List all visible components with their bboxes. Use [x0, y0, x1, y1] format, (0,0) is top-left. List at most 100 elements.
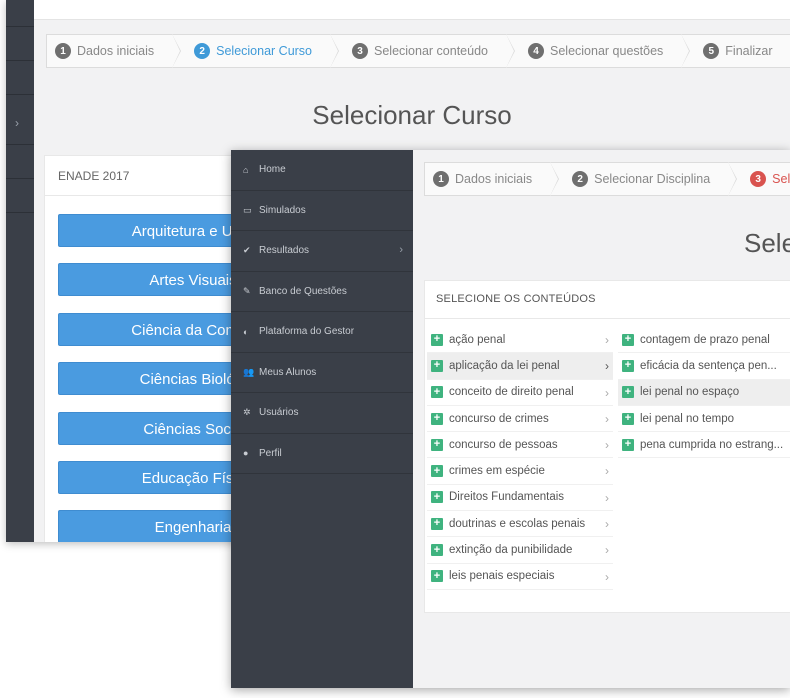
nav-item-home[interactable]: ⌂ Home: [231, 150, 413, 191]
content-panel: SELECIONE OS CONTEÚDOS + ação penal › + apli…: [424, 280, 790, 613]
item-label: concurso de pessoas: [449, 438, 558, 451]
chevron-right-icon[interactable]: ›: [605, 491, 609, 505]
top-bar: [34, 0, 790, 20]
wizard-step-5[interactable]: 5 Finalizar: [681, 35, 790, 67]
chevron-right-icon[interactable]: ›: [605, 412, 609, 426]
wizard-step-4[interactable]: 4 Selecionar questões: [506, 34, 691, 68]
chevron-right-icon[interactable]: ›: [605, 438, 609, 452]
item-label: eficácia da sentença pen...: [640, 359, 777, 372]
list-item[interactable]: + lei penal no tempo: [618, 406, 790, 433]
page-title: Selecionar Curso: [312, 100, 512, 130]
list-item[interactable]: + doutrinas e escolas penais ›: [427, 511, 613, 538]
add-icon[interactable]: +: [431, 412, 443, 425]
list-item[interactable]: + crimes em espécie ›: [427, 458, 613, 485]
check-icon: ✔: [243, 245, 251, 256]
item-label: doutrinas e escolas penais: [449, 517, 586, 530]
list-item[interactable]: + eficácia da sentença pen...: [618, 353, 790, 380]
step-label: Selecionar conteúdo: [772, 172, 790, 186]
add-icon[interactable]: +: [622, 438, 634, 451]
sidebar-nav: ⌂ Home ▭ Simulados ✔ Resultados › ✎ Banco de Que…: [231, 150, 413, 688]
add-icon[interactable]: +: [431, 517, 443, 530]
item-label: concurso de crimes: [449, 412, 549, 425]
add-icon[interactable]: +: [622, 359, 634, 372]
item-label: aplicação da lei penal: [449, 359, 560, 372]
list-item[interactable]: + contagem de prazo penal: [618, 327, 790, 354]
step-label: Selecionar conteúdo: [374, 44, 488, 58]
list-item[interactable]: + Direitos Fundamentais ›: [427, 485, 613, 512]
chevron-right-icon[interactable]: ›: [605, 333, 609, 347]
add-icon[interactable]: +: [622, 412, 634, 425]
sidebar-expand-icon[interactable]: ›: [15, 116, 19, 130]
nav-item-usu-rios[interactable]: ✲ Usuários: [231, 393, 413, 434]
step-number: 1: [55, 43, 71, 59]
nav-item-resultados[interactable]: ✔ Resultados ›: [231, 231, 413, 272]
laptop-icon: ▭: [243, 204, 252, 215]
chevron-right-icon: ›: [399, 244, 403, 256]
home-icon: ⌂: [243, 164, 249, 175]
edit-icon: ✎: [243, 285, 251, 296]
nav-item-perfil[interactable]: ● Perfil: [231, 434, 413, 474]
nav-label: Resultados: [259, 245, 310, 257]
add-icon[interactable]: +: [431, 491, 443, 504]
item-label: lei penal no tempo: [640, 412, 734, 425]
item-label: leis penais especiais: [449, 570, 555, 583]
add-icon[interactable]: +: [431, 544, 443, 557]
wizard-step-2[interactable]: 2 Selecionar Disciplina: [550, 162, 738, 196]
chevron-right-icon[interactable]: ›: [605, 359, 609, 373]
item-label: pena cumprida no estrang...: [640, 438, 784, 451]
gear-icon: ✲: [243, 407, 251, 418]
chevron-right-icon[interactable]: ›: [605, 386, 609, 400]
nav-label: Simulados: [259, 204, 306, 216]
page-title: Sele: [744, 228, 790, 258]
step-number: 2: [572, 171, 589, 187]
item-label: lei penal no espaço: [640, 386, 740, 399]
list-item[interactable]: + ação penal ›: [427, 327, 613, 354]
nav-label: Banco de Questões: [259, 285, 347, 297]
step-number: 4: [528, 43, 544, 59]
wizard-step-2[interactable]: 2 Selecionar Curso: [172, 34, 339, 68]
nav-item-meus-alunos[interactable]: 👥 Meus Alunos: [231, 353, 413, 393]
wizard-step-1[interactable]: 1 Dados iniciais: [47, 34, 182, 68]
step-label: Dados iniciais: [455, 172, 533, 186]
step-number: 1: [433, 171, 449, 187]
add-icon[interactable]: +: [431, 359, 443, 372]
wizard-step-1[interactable]: 1 Dados iniciais: [425, 162, 560, 196]
list-item[interactable]: + pena cumprida no estrang...: [618, 432, 790, 459]
main-content: 1 Dados iniciais 2 Selecionar Disciplina 3 Se…: [413, 150, 790, 688]
chevron-right-icon[interactable]: ›: [605, 570, 609, 584]
wizard-step-3[interactable]: 3 Selecionar conteúdo: [330, 34, 515, 68]
nav-item-plataforma-do-gestor[interactable]: ◐ Plataforma do Gestor: [231, 312, 413, 353]
add-icon[interactable]: +: [431, 438, 443, 451]
user-icon: ●: [243, 448, 249, 459]
list-item[interactable]: + concurso de pessoas ›: [427, 432, 613, 459]
step-label: Selecionar Curso: [216, 44, 313, 58]
nav-label: Plataforma do Gestor: [259, 326, 355, 338]
add-icon[interactable]: +: [431, 465, 443, 478]
add-icon[interactable]: +: [431, 386, 443, 399]
item-label: conceito de direito penal: [449, 386, 574, 399]
nav-item-banco-de-quest-es[interactable]: ✎ Banco de Questões: [231, 272, 413, 312]
list-item[interactable]: + extinção da punibilidade ›: [427, 537, 613, 564]
nav-item-simulados[interactable]: ▭ Simulados: [231, 191, 413, 231]
list-item[interactable]: + leis penais especiais ›: [427, 564, 613, 590]
list-item[interactable]: + conceito de direito penal ›: [427, 380, 613, 406]
chevron-right-icon[interactable]: ›: [605, 543, 609, 557]
item-label: contagem de prazo penal: [640, 333, 770, 346]
step-label: Dados iniciais: [77, 44, 155, 58]
add-icon[interactable]: +: [622, 333, 634, 346]
item-label: extinção da punibilidade: [449, 544, 573, 557]
panel-title: SELECIONE OS CONTEÚDOS: [425, 281, 790, 319]
chevron-right-icon[interactable]: ›: [605, 517, 609, 531]
item-label: Direitos Fundamentais: [449, 491, 565, 504]
users-icon: 👥: [243, 366, 255, 377]
list-item[interactable]: + lei penal no espaço: [618, 379, 790, 406]
step-label: Finalizar: [725, 44, 773, 58]
wizard-step-3[interactable]: 3 Selecionar conteúdo: [728, 163, 790, 195]
add-icon[interactable]: +: [622, 386, 634, 399]
list-item[interactable]: + aplicação da lei penal ›: [427, 353, 613, 380]
add-icon[interactable]: +: [431, 333, 443, 346]
topic-list: + ação penal › + aplicação da lei penal › + con…: [427, 327, 613, 590]
chevron-right-icon[interactable]: ›: [605, 464, 609, 478]
list-item[interactable]: + concurso de crimes ›: [427, 406, 613, 433]
add-icon[interactable]: +: [431, 570, 443, 583]
